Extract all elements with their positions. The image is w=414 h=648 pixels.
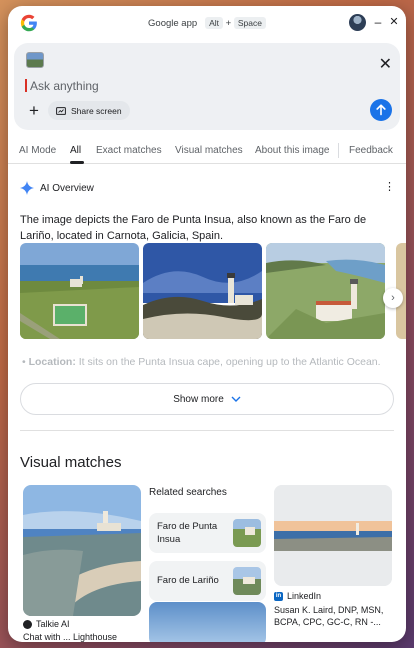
app-title: Google app Alt + Space [8, 17, 406, 29]
tab-exact-matches[interactable]: Exact matches [96, 145, 162, 156]
related-search-partial-image[interactable] [149, 602, 266, 642]
google-app-window: Google app Alt + Space – ✕ ✕ + Share scr… [8, 6, 406, 642]
talkie-ai-label: Talkie AI [36, 619, 70, 629]
related-searches-heading: Related searches [149, 487, 227, 498]
visual-matches-heading: Visual matches [20, 454, 122, 471]
show-more-label: Show more [173, 393, 224, 405]
add-icon[interactable]: + [29, 102, 39, 119]
tab-visual-matches[interactable]: Visual matches [175, 145, 243, 156]
search-box: ✕ + Share screen [14, 43, 400, 130]
related-search-thumbnail [233, 519, 261, 547]
location-bullet: • Location: It sits on the Punta Insua c… [22, 356, 381, 368]
lighthouse-photo-2[interactable] [143, 243, 262, 339]
gemini-sparkle-icon [20, 181, 34, 195]
text-caret [25, 79, 27, 92]
ai-overview-header: AI Overview [20, 180, 94, 196]
location-text: It sits on the Punta Insua cape, opening… [75, 356, 381, 368]
avatar[interactable] [349, 14, 366, 31]
related-search-faro-de-punta-insua[interactable]: Faro de Punta Insua [149, 513, 266, 553]
main-match-caption[interactable]: Chat with ... Lighthouse [23, 632, 117, 642]
chevron-right-icon[interactable]: › [383, 288, 403, 308]
tab-about-this-image[interactable]: About this image [255, 145, 330, 156]
send-button[interactable] [370, 99, 392, 121]
related-search-label: Faro de Punta Insua [157, 521, 218, 545]
ai-overview-text: The image depicts the Faro de Punta Insu… [20, 214, 367, 242]
shortcut-key-alt: Alt [205, 17, 223, 29]
visual-match-linkedin-image[interactable] [274, 485, 392, 586]
tab-ai-mode[interactable]: AI Mode [19, 145, 56, 156]
linkedin-caption[interactable]: Susan K. Laird, DNP, MSN, BCPA, CPC, GC-… [274, 604, 392, 628]
chevron-down-icon [231, 396, 241, 402]
tab-all[interactable]: All [70, 145, 81, 156]
related-search-label: Faro de Lariño [157, 575, 219, 586]
related-search-faro-de-larino[interactable]: Faro de Lariño [149, 561, 266, 601]
share-screen-label: Share screen [71, 105, 122, 116]
linkedin-label: LinkedIn [287, 591, 322, 601]
section-divider [20, 430, 394, 431]
active-tab-indicator [70, 161, 84, 164]
related-search-thumbnail [233, 567, 261, 595]
query-image-thumbnail[interactable] [26, 52, 44, 68]
shortcut-key-space: Space [233, 17, 266, 29]
arrow-up-icon [376, 104, 386, 116]
minimize-icon[interactable]: – [370, 14, 386, 30]
visual-match-main-image[interactable] [23, 485, 141, 616]
more-options-icon[interactable]: ⋮ [384, 182, 395, 193]
lighthouse-photo-3[interactable] [266, 243, 385, 339]
talkie-ai-icon [23, 619, 32, 629]
close-window-icon[interactable]: ✕ [386, 14, 402, 30]
talkie-ai-source[interactable]: Talkie AI [23, 619, 70, 629]
feedback-link[interactable]: Feedback [349, 145, 393, 156]
image-carousel [20, 243, 406, 339]
close-icon[interactable]: ✕ [379, 54, 392, 74]
results-tabs: AI Mode All Exact matches Visual matches… [8, 132, 406, 164]
share-screen-button[interactable]: Share screen [48, 101, 130, 120]
linkedin-source[interactable]: in LinkedIn [274, 591, 321, 601]
ai-overview-title: AI Overview [40, 182, 94, 194]
title-bar: Google app Alt + Space – ✕ [8, 6, 406, 40]
tab-divider [338, 143, 339, 158]
app-name: Google app [148, 18, 198, 29]
screen-icon [56, 106, 66, 115]
shortcut-plus: + [225, 18, 232, 29]
linkedin-icon: in [274, 591, 283, 601]
location-label: Location: [28, 356, 76, 368]
search-input[interactable] [30, 77, 360, 95]
show-more-button[interactable]: Show more [20, 383, 394, 415]
lighthouse-photo-1[interactable] [20, 243, 139, 339]
